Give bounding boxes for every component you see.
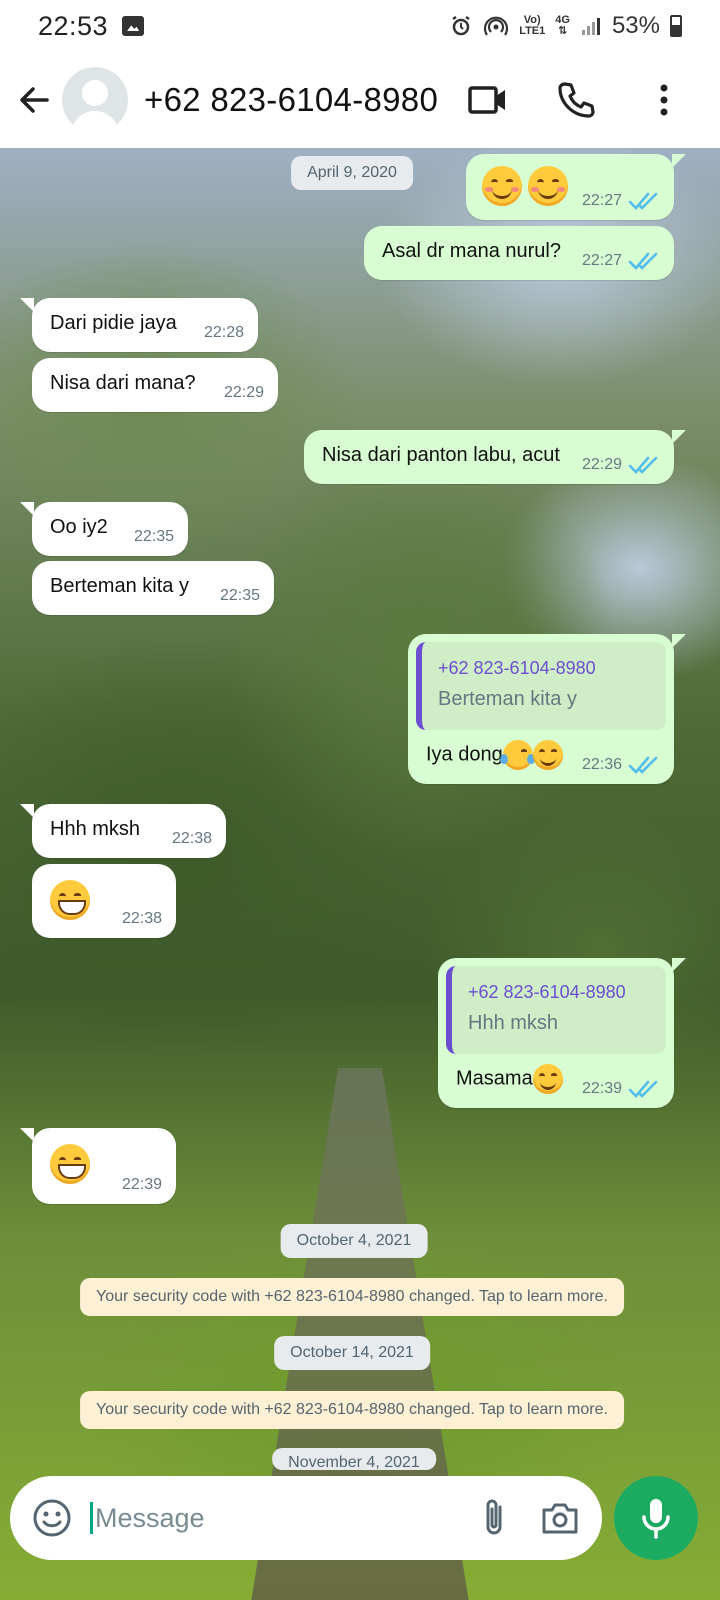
status-icons: Vo) LTE1 4G ⇅ 53% [449, 12, 682, 40]
message-input-bar [10, 1476, 602, 1560]
security-code-notice[interactable]: Your security code with +62 823-6104-898… [80, 1278, 624, 1316]
chat-header: +62 823-6104-8980 [0, 52, 720, 148]
volte-indicator: Vo) LTE1 [519, 15, 545, 37]
signal-icon [580, 15, 602, 37]
attach-button[interactable] [470, 1494, 518, 1542]
message-time: 22:35 [219, 587, 260, 604]
quoted-text: Hhh mksh [468, 1012, 559, 1034]
quoted-text: Berteman kita y [438, 688, 577, 710]
read-ticks-icon [628, 756, 658, 774]
date-chip: April 9, 2020 [291, 156, 413, 190]
message-time: 22:36 [581, 756, 622, 773]
read-ticks-icon [628, 252, 658, 270]
incoming-message[interactable]: Hhh mksh 22:38 [20, 804, 226, 858]
relieved-face-icon [532, 1064, 563, 1094]
lte-label: LTE1 [519, 25, 546, 37]
microphone-icon [642, 1499, 670, 1539]
message-time: 22:29 [581, 456, 622, 473]
avatar[interactable] [62, 67, 128, 133]
battery-percentage: 53% [611, 12, 660, 39]
camera-button[interactable] [536, 1494, 584, 1542]
message-field[interactable] [90, 1494, 470, 1542]
message-text-value: Iya dong [426, 743, 503, 766]
message-text: Nisa dari mana? [50, 372, 196, 394]
smiling-face-icon [527, 166, 568, 206]
arrow-left-icon [20, 87, 49, 113]
message-time: 22:39 [581, 1080, 622, 1097]
quoted-message[interactable]: +62 823-6104-8980 Hhh mksh [446, 966, 666, 1054]
battery-icon [670, 15, 682, 37]
outgoing-reply-message[interactable]: +62 823-6104-8980 Berteman kita y Iya do… [408, 634, 686, 784]
grinning-face-icon [50, 1144, 90, 1184]
incoming-message[interactable]: 22:38 [32, 864, 176, 938]
text-cursor [90, 1502, 93, 1534]
voice-message-button[interactable] [614, 1476, 698, 1560]
outgoing-message[interactable]: 22:27 [466, 154, 686, 220]
security-code-notice[interactable]: Your security code with +62 823-6104-898… [80, 1391, 624, 1429]
quoted-sender: +62 823-6104-8980 [468, 982, 626, 1002]
message-time: 22:38 [171, 830, 212, 847]
contact-name[interactable]: +62 823-6104-8980 [144, 81, 438, 119]
message-time: 22:39 [121, 1176, 162, 1193]
message-text: Oo iy2 [50, 516, 108, 538]
quoted-message[interactable]: +62 823-6104-8980 Berteman kita y [416, 642, 666, 730]
message-text: Masama [456, 1064, 563, 1094]
read-ticks-icon [628, 1080, 658, 1098]
status-time: 22:53 [38, 10, 109, 41]
emoji-content [50, 880, 90, 920]
relieved-face-icon [532, 740, 563, 770]
emoji-content [482, 166, 568, 206]
date-chip: October 4, 2021 [280, 1224, 428, 1258]
date-chip: November 4, 2021 [272, 1448, 436, 1470]
read-ticks-icon [628, 456, 658, 474]
message-text: Iya dong [426, 740, 563, 770]
date-chip: October 14, 2021 [274, 1336, 430, 1370]
message-time: 22:35 [133, 528, 174, 545]
message-text: Berteman kita y [50, 575, 189, 597]
message-time: 22:27 [581, 192, 622, 209]
message-time: 22:28 [203, 324, 244, 341]
message-text-value: Masama [456, 1067, 533, 1090]
incoming-message[interactable]: Oo iy2 22:35 [20, 502, 188, 556]
video-camera-icon [468, 86, 505, 114]
alarm-icon [449, 14, 473, 38]
outgoing-message[interactable]: Asal dr mana nurul? 22:27 [364, 226, 674, 280]
incoming-message[interactable]: Dari pidie jaya 22:28 [20, 298, 258, 352]
outgoing-message[interactable]: Nisa dari panton labu, acut 22:29 [304, 430, 686, 484]
status-bar: 22:53 Vo) LTE1 4G ⇅ 53% [0, 0, 720, 52]
message-text: Nisa dari panton labu, acut [322, 444, 560, 466]
chat-area[interactable]: April 9, 2020 22:27 Asal dr mana nurul? … [0, 148, 720, 1600]
grinning-face-icon [50, 880, 90, 920]
message-text: Hhh mksh [50, 818, 141, 840]
message-text: Dari pidie jaya [50, 312, 177, 334]
phone-icon [558, 82, 595, 118]
paperclip-icon [486, 1499, 502, 1535]
quoted-sender: +62 823-6104-8980 [438, 658, 596, 678]
smiley-icon [33, 1499, 71, 1537]
emoji-content [50, 1144, 90, 1184]
more-options-button[interactable] [638, 74, 690, 126]
network-type-label: 4G [555, 14, 570, 26]
incoming-message[interactable]: 22:39 [20, 1128, 176, 1204]
message-time: 22:29 [223, 384, 264, 401]
emoji-button[interactable] [28, 1494, 76, 1542]
message-text: Asal dr mana nurul? [382, 240, 561, 262]
incoming-message[interactable]: Nisa dari mana? 22:29 [32, 358, 278, 412]
voice-call-button[interactable] [550, 74, 602, 126]
back-button[interactable] [14, 80, 54, 120]
gallery-notification-icon [122, 16, 145, 36]
hotspot-icon [483, 13, 509, 39]
message-time: 22:27 [581, 252, 622, 269]
incoming-message[interactable]: Berteman kita y 22:35 [32, 561, 274, 615]
outgoing-reply-message[interactable]: +62 823-6104-8980 Hhh mksh Masama 22:39 [438, 958, 686, 1108]
smiling-face-icon [482, 166, 522, 206]
message-input[interactable] [94, 1502, 470, 1534]
read-ticks-icon [628, 192, 658, 210]
laughing-tears-icon [499, 740, 535, 770]
more-vertical-icon [660, 84, 668, 116]
video-call-button[interactable] [462, 74, 514, 126]
camera-icon [542, 1503, 578, 1534]
message-time: 22:38 [121, 910, 162, 927]
network-type: 4G ⇅ [555, 14, 570, 37]
